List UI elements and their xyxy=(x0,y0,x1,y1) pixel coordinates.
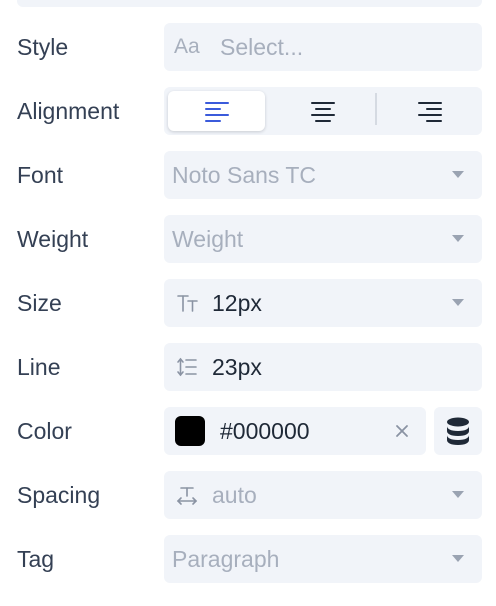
line-height-input[interactable]: 23px xyxy=(164,343,482,391)
font-value: Noto Sans TC xyxy=(172,162,317,188)
chevron-down-icon xyxy=(452,299,464,306)
size-select[interactable]: 12px xyxy=(164,279,482,327)
chevron-down-icon xyxy=(452,491,464,498)
font-row: Font Noto Sans TC xyxy=(0,151,496,199)
database-icon xyxy=(447,417,469,445)
align-left-button[interactable] xyxy=(168,91,265,131)
align-right-icon xyxy=(418,102,442,122)
align-left-icon xyxy=(205,102,229,122)
weight-select[interactable]: Weight xyxy=(164,215,482,263)
weight-label: Weight xyxy=(17,226,89,252)
chevron-down-icon xyxy=(452,555,464,562)
variables-button[interactable] xyxy=(434,407,482,455)
size-value: 12px xyxy=(212,290,262,316)
color-swatch[interactable] xyxy=(175,416,205,446)
font-icon: Aa xyxy=(174,35,200,58)
spacing-value: auto xyxy=(212,482,257,508)
tag-label: Tag xyxy=(17,546,55,572)
style-placeholder: Select... xyxy=(220,34,304,60)
line-height-icon xyxy=(177,357,197,377)
style-select[interactable]: Aa Select... xyxy=(164,23,482,71)
font-select[interactable]: Noto Sans TC xyxy=(164,151,482,199)
alignment-row: Alignment xyxy=(0,87,496,135)
align-right-button[interactable] xyxy=(381,91,478,131)
text-size-icon xyxy=(177,295,198,312)
spacing-label: Spacing xyxy=(17,482,101,508)
line-value: 23px xyxy=(212,354,262,380)
tag-select[interactable]: Paragraph xyxy=(164,535,482,583)
color-label: Color xyxy=(17,418,72,444)
size-label: Size xyxy=(17,290,62,316)
chevron-down-icon xyxy=(452,171,464,178)
line-label: Line xyxy=(17,354,61,380)
color-input[interactable]: #000000 xyxy=(164,407,426,455)
letter-spacing-icon xyxy=(176,487,198,505)
align-center-icon xyxy=(311,102,335,122)
style-row: Style Aa Select... xyxy=(0,23,496,71)
tag-row: Tag Paragraph xyxy=(0,535,496,583)
segment-divider xyxy=(375,93,377,125)
close-icon[interactable] xyxy=(390,419,414,443)
alignment-label: Alignment xyxy=(17,98,120,124)
alignment-control xyxy=(164,87,482,135)
size-row: Size 12px xyxy=(0,279,496,327)
previous-field[interactable] xyxy=(17,0,482,7)
spacing-row: Spacing auto xyxy=(0,471,496,519)
weight-value: Weight xyxy=(172,226,244,252)
spacing-select[interactable]: auto xyxy=(164,471,482,519)
style-label: Style xyxy=(17,34,69,60)
chevron-down-icon xyxy=(452,235,464,242)
color-row: Color #000000 xyxy=(0,407,496,455)
font-label: Font xyxy=(17,162,64,188)
tag-value: Paragraph xyxy=(172,546,280,572)
line-row: Line 23px xyxy=(0,343,496,391)
weight-row: Weight Weight xyxy=(0,215,496,263)
align-center-button[interactable] xyxy=(274,91,371,131)
color-value: #000000 xyxy=(220,418,310,444)
